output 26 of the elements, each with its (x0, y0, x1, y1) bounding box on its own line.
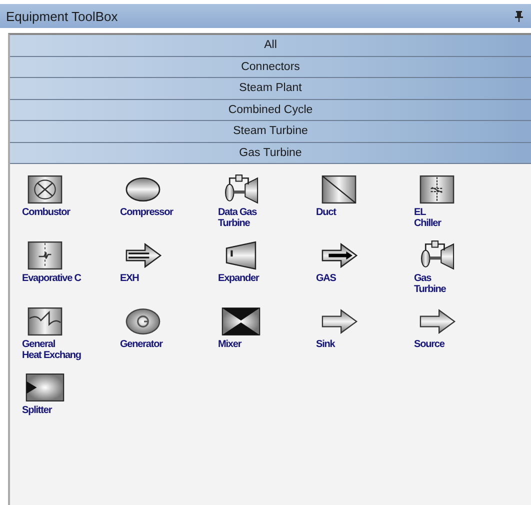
equipment-label[interactable]: Source (414, 339, 444, 350)
equipment-label[interactable]: EXH (120, 273, 139, 284)
equipment-label[interactable]: Combustor (22, 207, 70, 218)
category-tab[interactable]: Steam Turbine (10, 121, 531, 142)
equipment-label[interactable]: EL Chiller (414, 207, 441, 229)
category-tab[interactable]: Combined Cycle (10, 100, 531, 121)
pin-icon[interactable] (515, 10, 523, 22)
equipment-label[interactable]: Sink (316, 339, 335, 350)
equipment-label[interactable]: Splitter (22, 405, 52, 416)
equipment-label[interactable]: Duct (316, 207, 336, 218)
category-tab[interactable]: All (10, 35, 531, 56)
equipment-label[interactable]: Evaporative C (22, 273, 81, 284)
splitter-icon[interactable] (24, 372, 66, 403)
equipment-label[interactable]: GAS (316, 273, 336, 284)
mixer-icon[interactable] (220, 306, 262, 337)
category-tab[interactable]: Connectors (10, 56, 531, 78)
equipment-label[interactable]: Compressor (120, 207, 173, 218)
equipment-label[interactable]: General Heat Exchang (22, 339, 81, 361)
window-title: Equipment ToolBox (6, 8, 118, 24)
equipment-label[interactable]: Expander (218, 273, 259, 284)
category-tab[interactable]: Gas Turbine (10, 142, 531, 164)
equipment-label[interactable]: Data Gas Turbine (218, 207, 257, 229)
equipment-label[interactable]: Gas Turbine (414, 273, 446, 295)
equipment-label[interactable]: Generator (120, 339, 162, 350)
equipment-label[interactable]: Mixer (218, 339, 242, 350)
category-tab[interactable]: Steam Plant (10, 78, 531, 100)
